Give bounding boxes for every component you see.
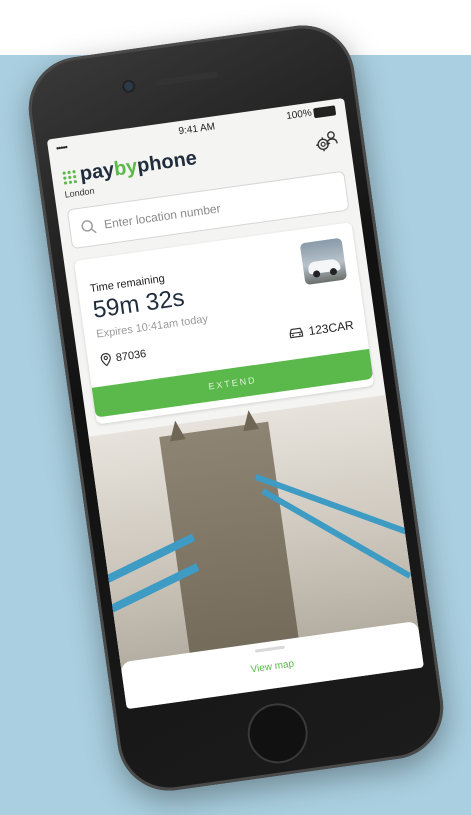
settings-button[interactable] — [312, 127, 341, 156]
car-wheel — [329, 267, 338, 276]
logo-text-by: by — [112, 155, 139, 181]
location-number: 87036 — [99, 347, 147, 367]
car-wheel — [312, 270, 321, 278]
front-camera — [123, 81, 134, 92]
vehicle-photo — [299, 237, 348, 286]
location-number-value: 87036 — [115, 348, 148, 365]
plate-value: 123CAR — [307, 317, 355, 339]
earpiece-speaker — [155, 71, 218, 86]
logo-text-phone: phone — [135, 147, 199, 178]
battery-icon — [313, 105, 337, 119]
home-button[interactable] — [243, 699, 312, 768]
vehicle-plate: 123CAR — [287, 318, 355, 341]
location-pin-icon — [100, 353, 111, 367]
logo-grid-icon — [61, 168, 78, 185]
search-icon — [81, 220, 97, 234]
parking-session-card[interactable]: Time remaining 59m 32s Expires 10:41am t… — [73, 222, 375, 425]
gear-user-icon — [316, 131, 338, 152]
battery-percent: 100% — [285, 107, 313, 123]
logo-text-pay: pay — [78, 158, 116, 186]
sheet-drag-handle[interactable] — [254, 645, 285, 653]
search-placeholder: Enter location number — [103, 201, 222, 232]
car-icon — [289, 327, 303, 339]
status-bar: ••••• 9:41 AM 100% — [47, 98, 347, 160]
app-screen: ••••• 9:41 AM 100% pay by phone London E… — [46, 97, 424, 710]
